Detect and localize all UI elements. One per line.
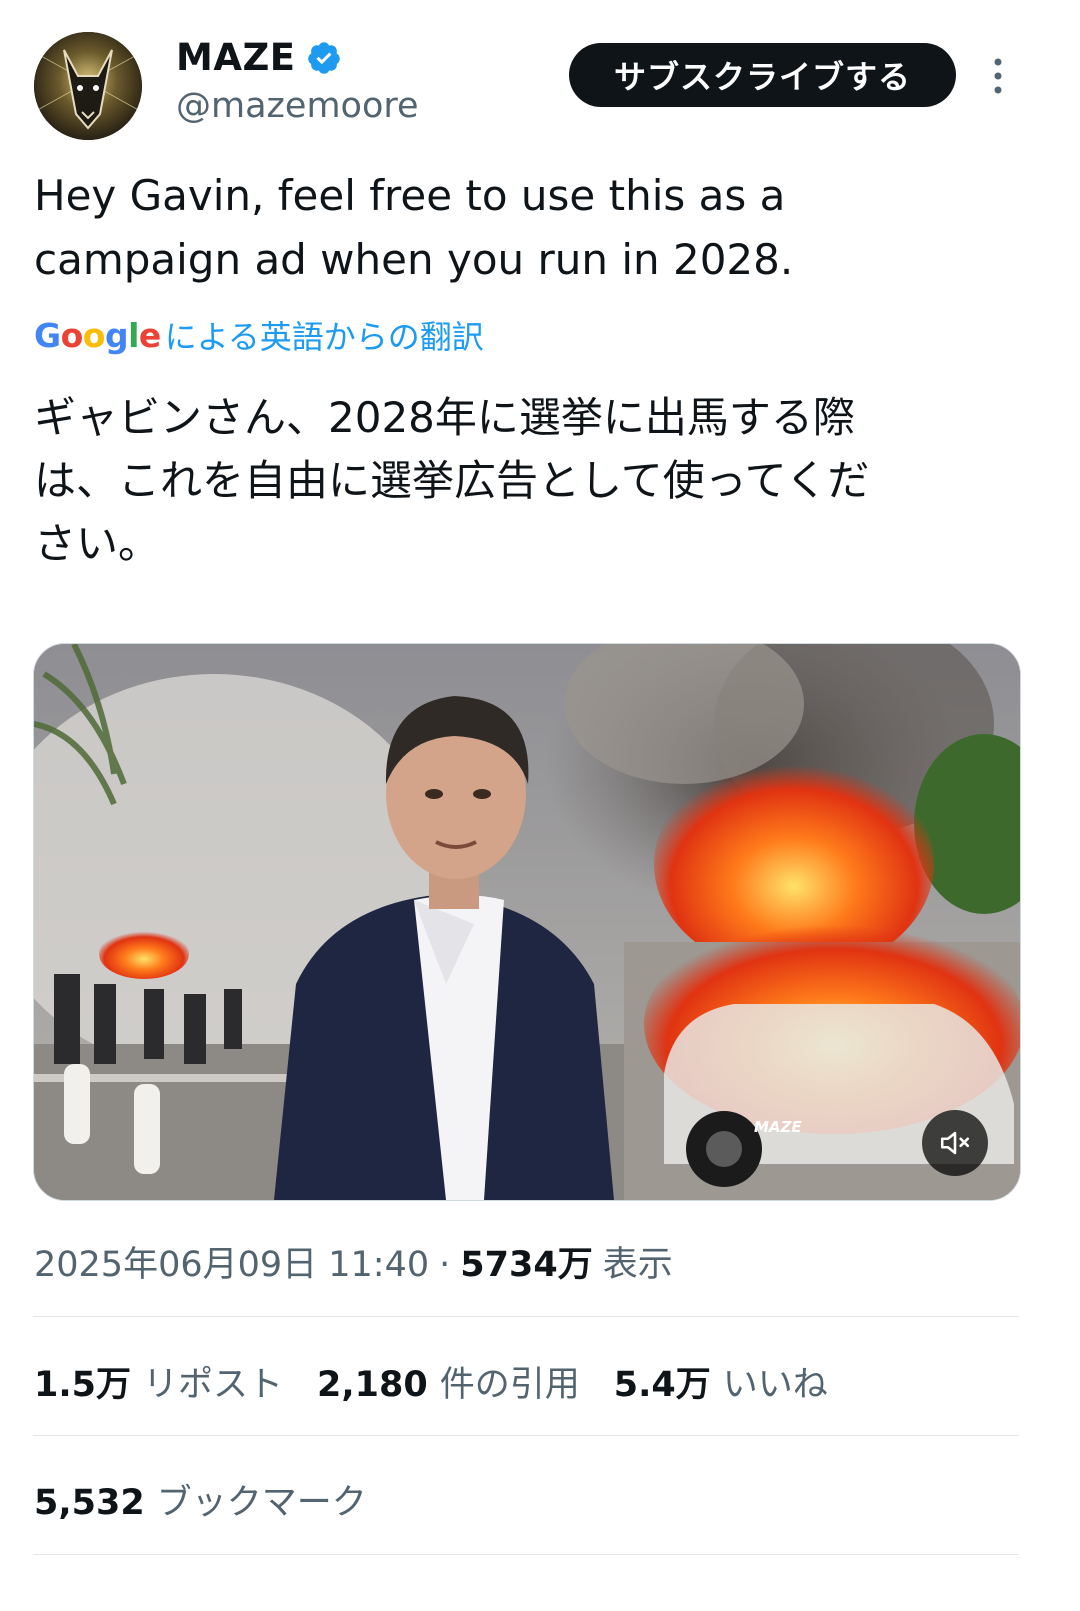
reposts-label: リポスト — [143, 1365, 284, 1405]
meta-separator: · — [439, 1245, 451, 1285]
speaker-muted-icon — [940, 1131, 970, 1155]
google-logo: Google — [34, 315, 161, 355]
views-label: 表示 — [602, 1245, 673, 1285]
tweet-text-line: campaign ad when you run in 2028. — [34, 235, 794, 284]
divider — [33, 1316, 1019, 1317]
reposts-count: 1.5万 — [34, 1365, 132, 1405]
author-name-row[interactable]: MAZE — [176, 36, 342, 79]
video-watermark: MAZE — [754, 1118, 802, 1136]
more-options-icon[interactable] — [986, 56, 1010, 96]
translated-text: ギャビンさん、2028年に選挙に出馬する際 は、これを自由に選挙広告として使って… — [34, 386, 1034, 575]
bookmarks-label: ブックマーク — [156, 1483, 367, 1523]
subscribe-button[interactable]: サブスクライブする — [569, 43, 956, 107]
avatar[interactable] — [34, 32, 142, 140]
tweet-meta: 2025年06月09日 11:40 · 5734万 表示 — [34, 1236, 673, 1287]
translated-text-line: さい。 — [34, 519, 161, 568]
tweet-header: MAZE @mazemoore サブスクライブする — [34, 30, 1046, 142]
views-count: 5734万 — [460, 1245, 593, 1285]
divider — [33, 1554, 1019, 1555]
likes-stat[interactable]: 5.4万 いいね — [614, 1356, 828, 1407]
translated-text-line: は、これを自由に選挙広告として使ってくだ — [34, 456, 870, 505]
bookmarks-stat[interactable]: 5,532 ブックマーク — [34, 1474, 367, 1525]
tweet-text: Hey Gavin, feel free to use this as a ca… — [34, 164, 1034, 292]
quotes-label: 件の引用 — [439, 1365, 580, 1405]
tweet-text-line: Hey Gavin, feel free to use this as a — [34, 171, 786, 220]
video-frame-image: MAZE — [34, 644, 1020, 1200]
translation-attribution[interactable]: Google による英語からの翻訳 — [34, 312, 484, 358]
likes-label: いいね — [722, 1365, 828, 1405]
engagement-stats: 1.5万 リポスト 2,180 件の引用 5.4万 いいね — [34, 1356, 862, 1407]
bookmarks-count: 5,532 — [34, 1483, 145, 1523]
likes-count: 5.4万 — [613, 1365, 711, 1405]
author-handle[interactable]: @mazemoore — [176, 86, 419, 126]
tweet-timestamp[interactable]: 2025年06月09日 11:40 — [34, 1236, 429, 1287]
video-player[interactable]: MAZE — [33, 643, 1021, 1201]
translation-label[interactable]: による英語からの翻訳 — [165, 312, 484, 358]
divider — [33, 1435, 1019, 1436]
author-display-name[interactable]: MAZE — [176, 36, 296, 79]
mute-toggle-button[interactable] — [922, 1110, 988, 1176]
translated-text-line: ギャビンさん、2028年に選挙に出馬する際 — [34, 393, 855, 442]
reposts-stat[interactable]: 1.5万 リポスト — [34, 1356, 283, 1407]
quotes-stat[interactable]: 2,180 件の引用 — [317, 1356, 580, 1407]
quotes-count: 2,180 — [317, 1365, 428, 1405]
verified-badge-icon — [307, 41, 340, 74]
